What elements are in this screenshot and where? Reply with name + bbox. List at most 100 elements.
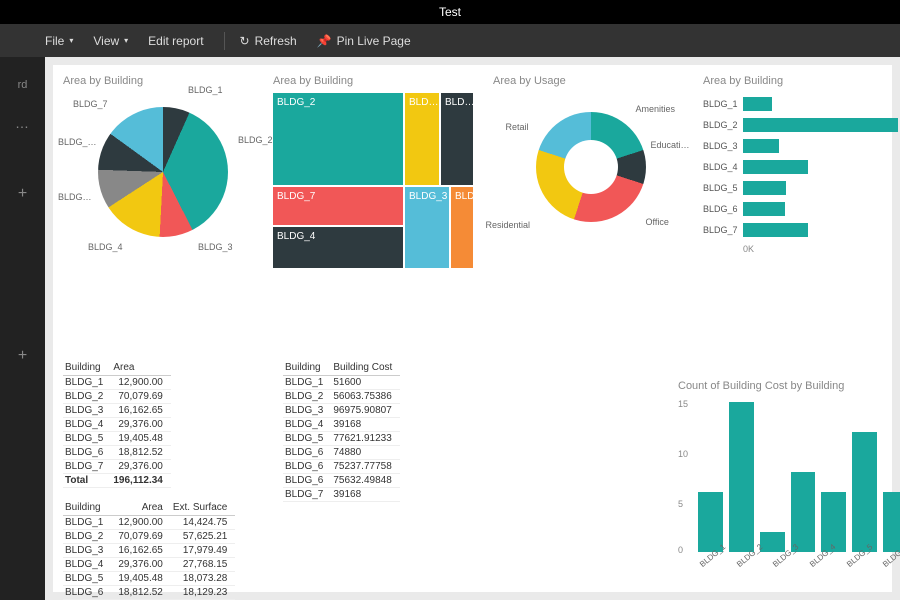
treemap-cell: BLDG_7 (273, 187, 403, 225)
pin-button[interactable]: 📌 Pin Live Page (317, 34, 411, 48)
treemap-cell: BLDG_2 (273, 93, 403, 185)
column-bar (852, 432, 877, 552)
donut-label: Residential (486, 220, 531, 230)
chevron-down-icon: ▾ (69, 36, 73, 45)
hbar-fill (743, 181, 786, 195)
treemap-cell: BLDG_4 (273, 227, 403, 268)
donut-chart-viz[interactable]: Area by Usage Amenities Educati… Office … (493, 75, 688, 335)
hbar-fill (743, 118, 898, 132)
window-titlebar: Test (0, 0, 900, 24)
viz-title: Count of Building Cost by Building (678, 380, 900, 392)
col-header: Area (111, 360, 171, 376)
table-row: BLDG_270,079.6957,625.21 (63, 530, 235, 544)
hbar-label: BLDG_6 (703, 204, 743, 214)
table-row: BLDG_618,812.52 (63, 446, 171, 460)
table-row: BLDG_429,376.00 (63, 418, 171, 432)
table-surface-viz[interactable]: Building Area Ext. Surface BLDG_112,900.… (63, 500, 333, 600)
file-menu[interactable]: File ▾ (45, 34, 73, 48)
plus-icon[interactable]: + (18, 185, 27, 203)
edit-report-button[interactable]: Edit report (148, 34, 203, 48)
sidebar-item[interactable]: rd (18, 79, 28, 91)
separator (224, 32, 225, 50)
table-row: BLDG_429,376.0027,768.15 (63, 558, 235, 572)
canvas-wrapper: Area by Building BLDG_1 BLDG_2 BLDG_3 BL… (45, 57, 900, 600)
pie-label: BLDG_4 (88, 242, 123, 252)
table-row: BLDG_112,900.00 (63, 376, 171, 390)
pie-label: BLDG_1 (188, 85, 223, 95)
col-header: Building (63, 360, 111, 376)
table-total-row: Total196,112.34 (63, 474, 171, 488)
column-labels: BLDG_1BLDG_2BLDG_3BLDG_4BLDG_5BLDG_6BLDG… (678, 552, 900, 571)
col-header: Ext. Surface (171, 500, 235, 516)
table-area-viz[interactable]: Building Area BLDG_112,900.00BLDG_270,07… (63, 360, 263, 488)
donut-label: Educati… (651, 140, 690, 150)
chevron-down-icon: ▾ (124, 36, 128, 45)
hbar-label: BLDG_7 (703, 225, 743, 235)
refresh-icon: ↻ (240, 34, 250, 48)
viz-title: Area by Usage (493, 75, 688, 87)
y-tick: 0 (678, 545, 683, 555)
hbar-row: BLDG_2 (703, 118, 898, 132)
table-cost-viz[interactable]: Building Building Cost BLDG_151600BLDG_2… (283, 360, 483, 502)
y-tick: 15 (678, 399, 688, 409)
report-title: Test (439, 5, 461, 19)
table-row: BLDG_112,900.0014,424.75 (63, 516, 235, 530)
pie-label: BLDG_7 (73, 99, 108, 109)
pie-chart-viz[interactable]: Area by Building BLDG_1 BLDG_2 BLDG_3 BL… (63, 75, 263, 335)
table-row: BLDG_439168 (283, 418, 400, 432)
treemap-cell: BLD… (451, 187, 473, 268)
ellipsis-icon[interactable]: … (15, 115, 30, 131)
table-row: BLDG_316,162.65 (63, 404, 171, 418)
treemap-cell: BLDG_3 (405, 187, 449, 268)
table-row: BLDG_316,162.6517,979.49 (63, 544, 235, 558)
refresh-button[interactable]: ↻ Refresh (240, 34, 297, 48)
viz-title: Area by Building (703, 75, 898, 87)
table-row: BLDG_577621.91233 (283, 432, 400, 446)
hbar-container: BLDG_1BLDG_2BLDG_3BLDG_4BLDG_5BLDG_6BLDG… (703, 97, 898, 237)
pie-slice (98, 107, 228, 237)
donut-label: Retail (506, 122, 529, 132)
main-area: rd … + + Area by Building BLDG_1 BLDG_2 … (0, 57, 900, 600)
hbar-row: BLDG_7 (703, 223, 898, 237)
hbar-chart-viz[interactable]: Area by Building BLDG_1BLDG_2BLDG_3BLDG_… (703, 75, 898, 335)
treemap: BLDG_2 BLD… BLD… BLDG_7 BLDG_4 BLDG_3 BL… (273, 93, 473, 268)
axis-label: 0K (743, 244, 898, 254)
table-row: BLDG_729,376.00 (63, 460, 171, 474)
table-row: BLDG_675237.77758 (283, 460, 400, 474)
col-header: Building (283, 360, 331, 376)
pie-chart: BLDG_1 BLDG_2 BLDG_3 BLDG_4 BLDG… BLDG_…… (98, 107, 228, 237)
donut-label: Office (646, 217, 669, 227)
column-bar (729, 402, 754, 552)
hbar-label: BLDG_4 (703, 162, 743, 172)
column-chart-viz[interactable]: Count of Building Cost by Building 15 10… (678, 380, 900, 600)
treemap-viz[interactable]: Area by Building BLDG_2 BLD… BLD… BLDG_7… (273, 75, 473, 335)
report-canvas[interactable]: Area by Building BLDG_1 BLDG_2 BLDG_3 BL… (53, 65, 892, 592)
pin-icon: 📌 (317, 34, 332, 48)
hbar-fill (743, 160, 808, 174)
hbar-label: BLDG_3 (703, 141, 743, 151)
hbar-row: BLDG_6 (703, 202, 898, 216)
table-row: BLDG_674880 (283, 446, 400, 460)
pie-label: BLDG_… (58, 137, 97, 147)
col-header: Building Cost (331, 360, 400, 376)
hbar-row: BLDG_3 (703, 139, 898, 153)
table-row: BLDG_256063.75386 (283, 390, 400, 404)
hbar-fill (743, 139, 779, 153)
hbar-row: BLDG_4 (703, 160, 898, 174)
column-chart: 15 10 5 0 (678, 402, 900, 552)
pie-label: BLDG_2 (238, 135, 273, 145)
plus-icon[interactable]: + (18, 347, 27, 365)
hbar-fill (743, 223, 808, 237)
hbar-fill (743, 97, 772, 111)
col-header: Area (111, 500, 171, 516)
column-bar (883, 492, 900, 552)
view-menu[interactable]: View ▾ (93, 34, 128, 48)
data-table: Building Area Ext. Surface BLDG_112,900.… (63, 500, 235, 600)
hbar-fill (743, 202, 785, 216)
data-table: Building Building Cost BLDG_151600BLDG_2… (283, 360, 400, 502)
table-row: BLDG_618,812.5218,129.23 (63, 586, 235, 600)
table-row: BLDG_675632.49848 (283, 474, 400, 488)
y-tick: 10 (678, 449, 688, 459)
col-header: Building (63, 500, 111, 516)
sidebar: rd … + + (0, 57, 45, 600)
